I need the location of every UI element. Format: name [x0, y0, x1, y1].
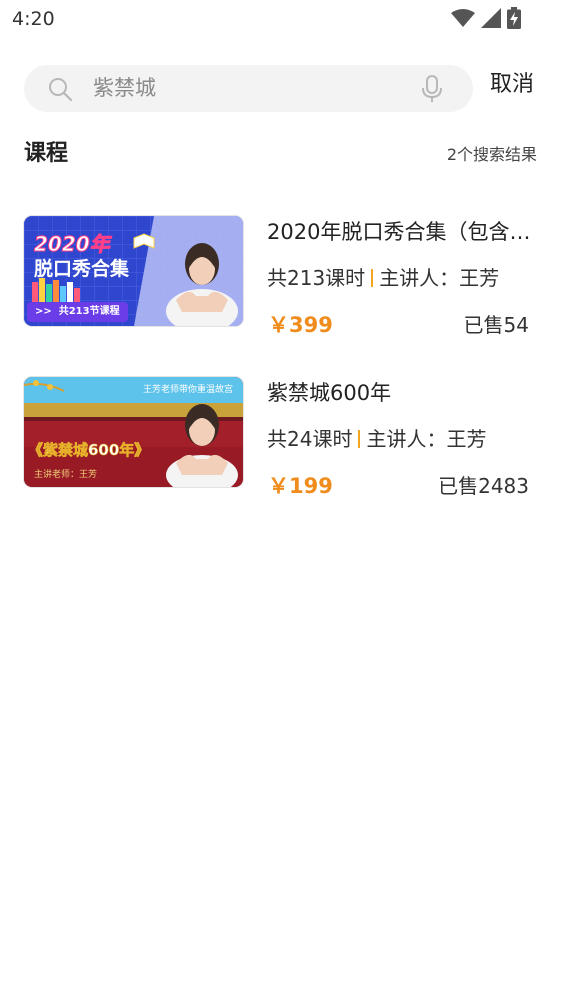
search-row: 紫禁城 取消: [0, 65, 561, 113]
thumbnail-teacher-caption: 主讲老师：王芳: [34, 470, 98, 480]
search-input[interactable]: 紫禁城: [93, 75, 156, 102]
course-title: 2020年脱口秀合集（包含…: [267, 220, 531, 244]
status-time: 4:20: [12, 8, 55, 30]
search-icon: [49, 78, 72, 101]
thumbnail-headline: 2020年: [34, 232, 111, 257]
course-price: ￥399: [268, 313, 333, 337]
result-count: 2个搜索结果: [446, 145, 537, 164]
search-box[interactable]: 紫禁城: [24, 65, 473, 112]
course-sold-count: 已售2483: [438, 474, 529, 498]
course-thumbnail: 王芳老师带你重温故宫 《紫禁城600年》 主讲老师：王芳: [24, 377, 243, 487]
meta-divider: [358, 430, 361, 448]
course-title: 紫禁城600年: [267, 381, 392, 405]
thumbnail-headline: 《紫禁城600年》: [28, 441, 150, 460]
signal-icon: [481, 8, 501, 28]
section-title: 课程: [24, 141, 69, 166]
course-item[interactable]: 王芳老师带你重温故宫 《紫禁城600年》 主讲老师：王芳 紫禁城600年 共24…: [0, 377, 561, 498]
microphone-icon[interactable]: [421, 75, 443, 103]
thumbnail-badge: >> 共213节课程: [27, 302, 128, 322]
course-meta: 共213课时 主讲人：王芳: [267, 265, 499, 291]
course-meta: 共24课时 主讲人：王芳: [267, 426, 486, 452]
battery-charging-icon: [507, 7, 521, 29]
course-lecturer: 主讲人：王芳: [379, 266, 500, 290]
cancel-button[interactable]: 取消: [490, 70, 534, 100]
meta-divider: [371, 269, 374, 287]
course-price: ￥199: [268, 474, 333, 498]
course-item[interactable]: 2020年 脱口秀合集 >> 共213节课程 2020年脱口秀合集（包含… 共2…: [0, 216, 561, 337]
status-bar: 4:20: [0, 0, 561, 40]
status-icons: [451, 7, 521, 29]
wifi-icon: [451, 9, 475, 27]
course-lessons: 共24课时: [267, 427, 353, 451]
course-lessons: 共213课时: [267, 266, 366, 290]
thumbnail-subheadline: 脱口秀合集: [34, 258, 130, 280]
thumbnail-top-caption: 王芳老师带你重温故宫: [142, 385, 233, 395]
course-thumbnail: 2020年 脱口秀合集 >> 共213节课程: [24, 216, 243, 326]
course-lecturer: 主讲人：王芳: [366, 427, 487, 451]
course-sold-count: 已售54: [463, 313, 529, 337]
